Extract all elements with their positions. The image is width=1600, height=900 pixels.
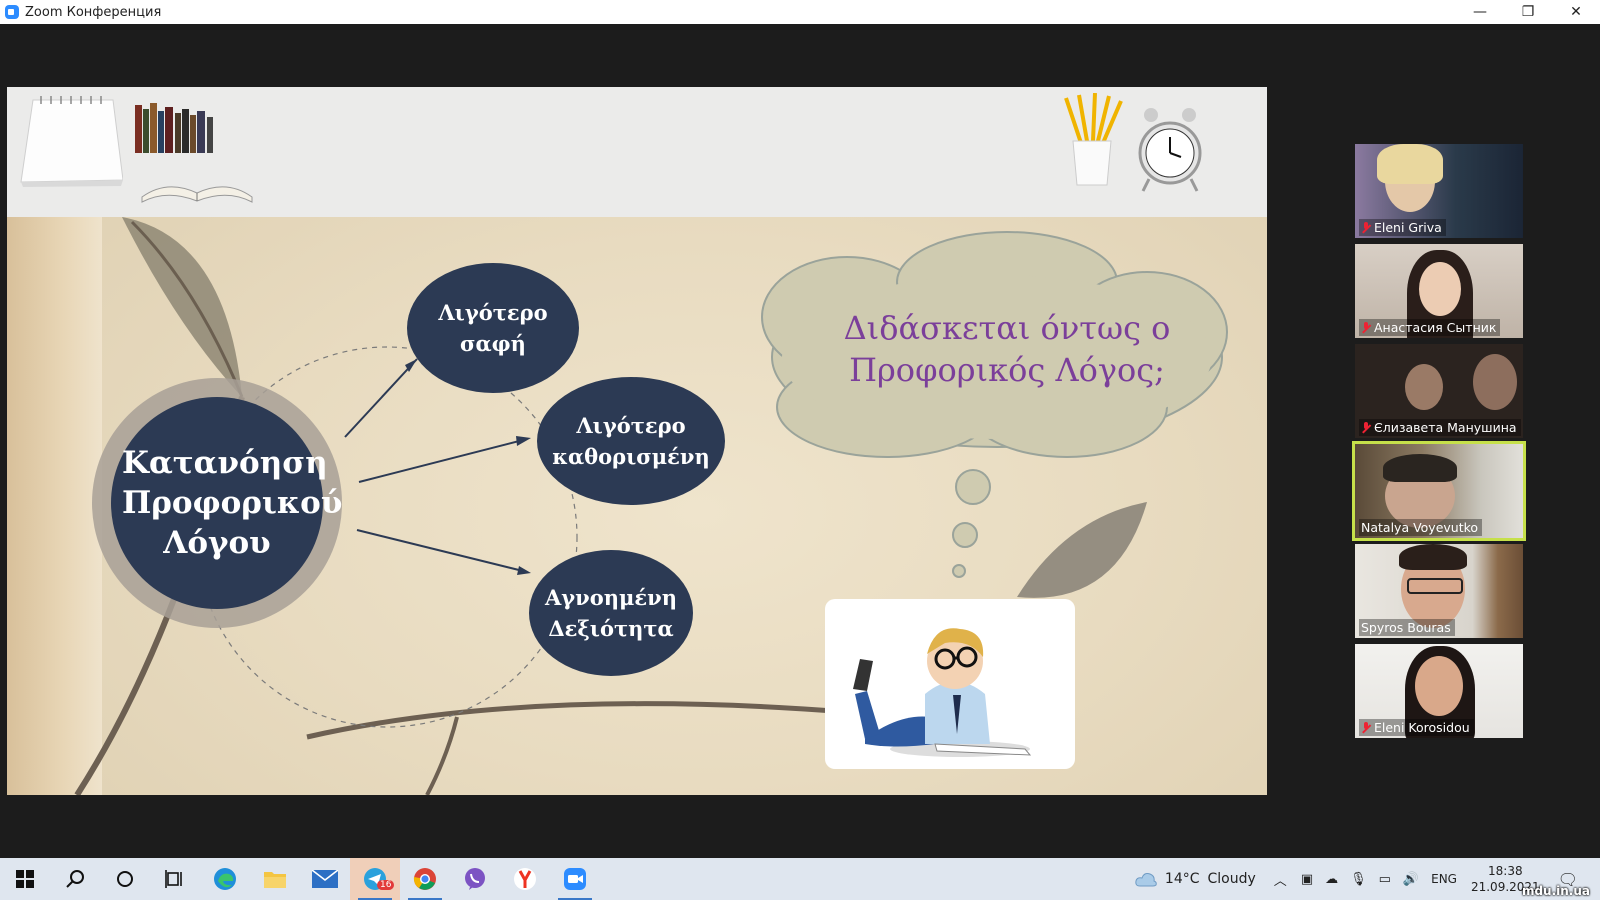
thought-cloud-text: Διδάσκεται όντως ο Προφορικός Λόγος; xyxy=(843,309,1171,389)
battery-icon[interactable]: ▭ xyxy=(1379,872,1391,887)
participant-tile[interactable]: Spyros Bouras xyxy=(1355,544,1523,638)
thinking-boy-image xyxy=(825,599,1075,769)
participant-name: Spyros Bouras xyxy=(1361,620,1451,635)
zoom-icon xyxy=(564,868,586,890)
center-topic-text: Κατανόηση Προφορικού Λόγου xyxy=(122,445,343,561)
search-button[interactable] xyxy=(50,858,100,900)
participant-gallery: Eleni Griva Анастасия Сытник Єлизавета М… xyxy=(1352,144,1526,744)
thinking-boy-illustration xyxy=(853,628,1032,757)
chevron-up-icon[interactable]: ︿ xyxy=(1274,870,1287,889)
zoom-app-icon xyxy=(5,5,19,19)
mail-icon xyxy=(312,870,338,888)
participant-tile[interactable]: Анастасия Сытник xyxy=(1355,244,1523,338)
file-explorer-app[interactable] xyxy=(250,858,300,900)
participant-tile[interactable]: Єлизавета Манушина xyxy=(1355,344,1523,438)
participant-video-hair xyxy=(1399,544,1467,570)
yandex-icon xyxy=(514,868,536,890)
meet-now-icon[interactable]: ▣ xyxy=(1301,872,1313,887)
muted-mic-icon xyxy=(1361,221,1371,234)
weather-condition[interactable]: Cloudy xyxy=(1208,871,1256,887)
cortana-circle-icon xyxy=(117,871,133,887)
task-view-icon xyxy=(165,870,182,888)
start-button[interactable] xyxy=(0,858,50,900)
notebook-icon xyxy=(20,96,123,187)
muted-mic-icon xyxy=(1361,721,1371,734)
slide-header-band xyxy=(7,87,1267,217)
participant-glasses xyxy=(1407,578,1463,594)
windows-taskbar: 16 14°C Cloudy ︿ ▣ ☁ 🎙 ▭ 🔊 ENG 18:38 21.… xyxy=(0,858,1600,900)
pencil-cup-icon xyxy=(1064,93,1123,186)
participant-video xyxy=(1405,364,1443,410)
participant-name: Єлизавета Манушина xyxy=(1374,420,1517,435)
participant-tile[interactable]: Eleni Griva xyxy=(1355,144,1523,238)
participant-name: Natalya Voyevutko xyxy=(1361,520,1479,535)
participant-video-hair xyxy=(1383,454,1457,482)
participant-name: Eleni Griva xyxy=(1374,220,1442,235)
center-topic-circle: Κατανόηση Προφορικού Λόγου xyxy=(111,397,343,609)
bubble-text: Λιγότερο καθορισμένη xyxy=(552,413,710,469)
edge-app[interactable] xyxy=(200,858,250,900)
window-title: Zoom Конференция xyxy=(25,4,162,20)
volume-icon[interactable]: 🔊 xyxy=(1403,872,1419,887)
bubble-less-defined: Λιγότερο καθορισμένη xyxy=(537,377,725,505)
participant-name: Eleni Korosidou xyxy=(1374,720,1470,735)
search-icon xyxy=(66,870,84,888)
participant-video-hair xyxy=(1377,144,1443,184)
participant-tile[interactable]: Eleni Korosidou xyxy=(1355,644,1523,738)
participant-name: Анастасия Сытник xyxy=(1374,320,1497,335)
telegram-app[interactable]: 16 xyxy=(350,858,400,900)
participant-video-face xyxy=(1419,262,1461,316)
chrome-app[interactable] xyxy=(400,858,450,900)
cloud-weather-icon[interactable] xyxy=(1135,871,1157,887)
participant-video xyxy=(1415,656,1463,716)
telegram-unread-badge: 16 xyxy=(377,880,395,890)
alarm-clock-icon xyxy=(1138,108,1202,192)
cortana-button[interactable] xyxy=(100,858,150,900)
onedrive-cloud-icon[interactable]: ☁ xyxy=(1325,872,1338,887)
restore-button[interactable]: ❐ xyxy=(1504,0,1552,24)
bubble-text: Λιγότερο σαφή xyxy=(438,300,548,356)
bubble-less-clear: Λιγότερο σαφή xyxy=(407,263,579,393)
books-icon xyxy=(135,103,213,153)
mail-app[interactable] xyxy=(300,858,350,900)
viber-app[interactable] xyxy=(450,858,500,900)
participant-tile-active-speaker[interactable]: Natalya Voyevutko xyxy=(1352,441,1526,541)
open-book-icon xyxy=(141,186,253,203)
muted-mic-icon xyxy=(1361,421,1371,434)
input-language[interactable]: ENG xyxy=(1431,872,1457,886)
clock-time: 18:38 xyxy=(1488,864,1523,878)
chrome-icon xyxy=(413,868,436,890)
muted-mic-icon xyxy=(1361,321,1371,334)
windows-logo-icon xyxy=(16,870,34,888)
window-titlebar: Zoom Конференция — ❐ ✕ xyxy=(0,0,1600,24)
bubble-ignored-skill: Αγνοημένη Δεξιότητα xyxy=(529,550,693,676)
task-view-button[interactable] xyxy=(150,858,200,900)
close-button[interactable]: ✕ xyxy=(1552,0,1600,24)
edge-icon xyxy=(214,868,236,890)
watermark-text: mdu.in.ua xyxy=(1521,884,1590,898)
shared-screen-slide: Κατανόηση Προφορικού Λόγου Λιγότερο σαφή… xyxy=(7,87,1267,795)
microphone-icon[interactable]: 🎙 xyxy=(1350,872,1367,887)
yandex-browser-app[interactable] xyxy=(500,858,550,900)
viber-icon xyxy=(465,868,485,890)
participant-video xyxy=(1473,354,1517,410)
bubble-text: Αγνοημένη Δεξιότητα xyxy=(545,585,677,641)
weather-temperature[interactable]: 14°C xyxy=(1165,871,1200,887)
minimize-button[interactable]: — xyxy=(1456,0,1504,24)
zoom-app[interactable] xyxy=(550,858,600,900)
folder-icon xyxy=(264,872,286,888)
